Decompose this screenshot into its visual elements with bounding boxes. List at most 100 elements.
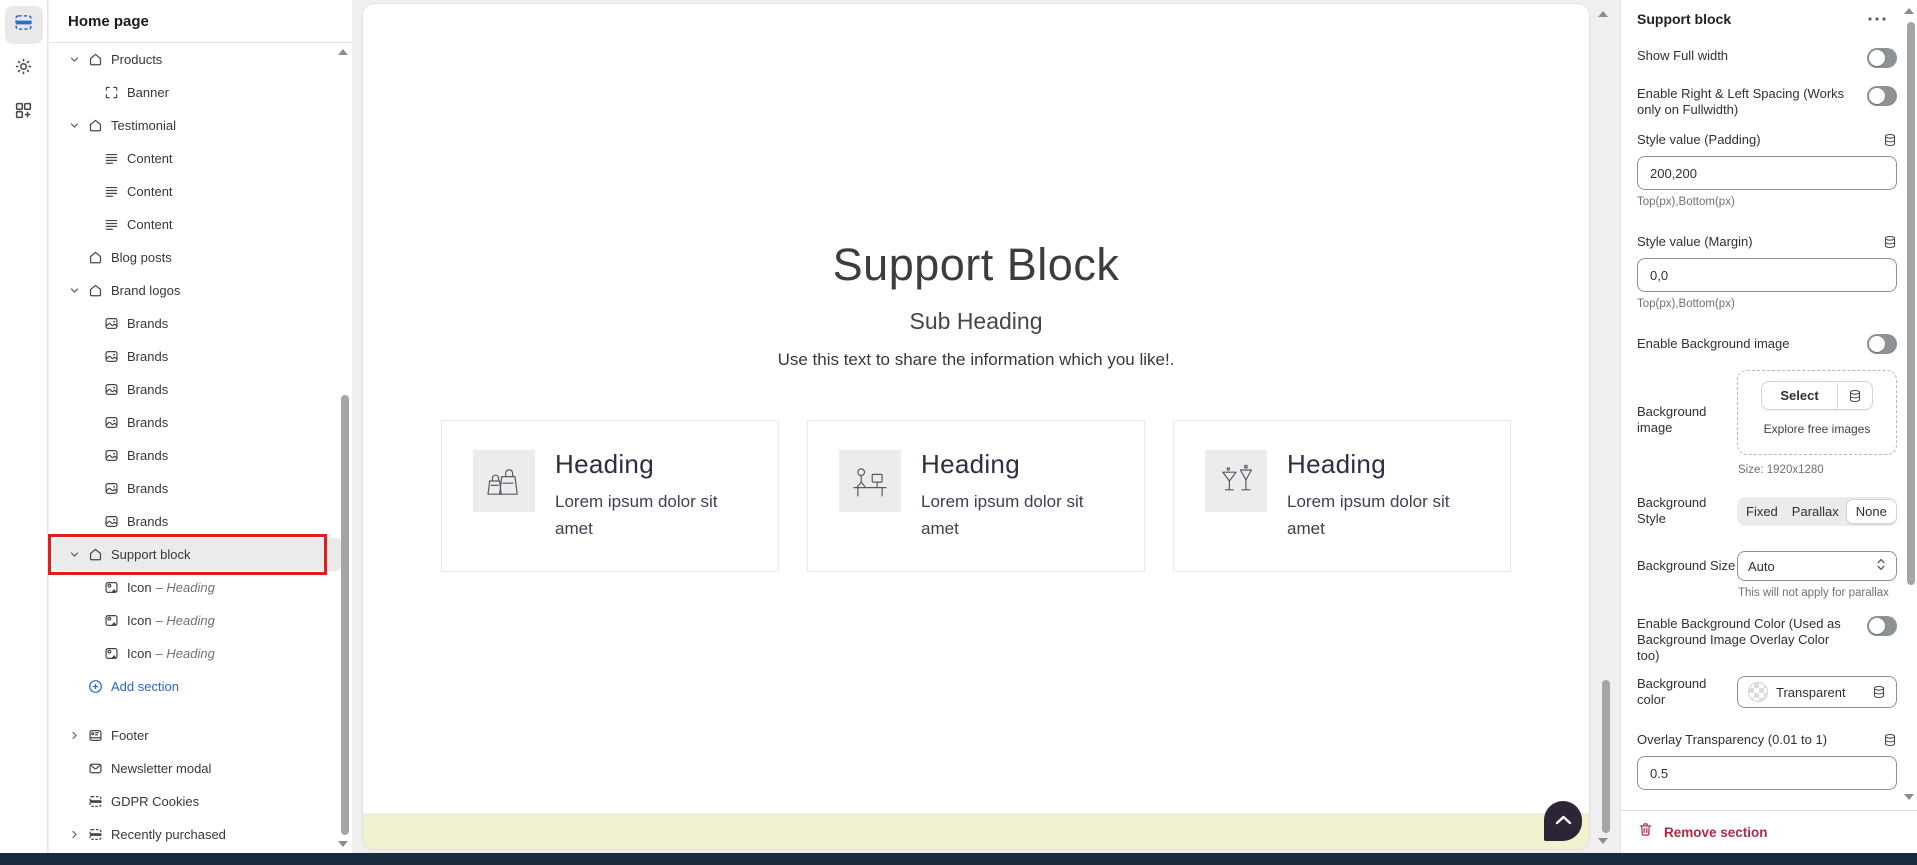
tree-item-label: Brands [127,382,168,397]
bg-style-segmented-control: Fixed Parallax None [1737,497,1897,526]
chevron-down-icon[interactable] [68,283,84,299]
database-icon[interactable] [1883,235,1897,249]
tree-item-brands[interactable]: Brands [53,406,342,439]
database-icon[interactable] [1837,383,1872,409]
explore-free-images-link[interactable]: Explore free images [1738,422,1896,436]
tree-item-banner[interactable]: Banner [53,76,342,109]
tree-item-content[interactable]: Content [53,142,342,175]
database-icon[interactable] [1872,685,1886,699]
home-icon [86,117,104,135]
card-body: Lorem ipsum dolor sit amet [921,488,1117,542]
side-spacing-toggle[interactable] [1867,86,1897,106]
card-text: Heading Lorem ipsum dolor sit amet [921,450,1117,571]
settings-scroll-up-arrow[interactable] [1904,8,1914,14]
chevron-up-icon [1555,812,1572,830]
bg-image-select-button[interactable]: Select [1761,381,1872,410]
tree-item-brands[interactable]: Brands [53,505,342,538]
rail-sections-button[interactable] [5,6,43,44]
home-icon [86,249,104,267]
tree-item-content[interactable]: Content [53,208,342,241]
preview-scroll-down-arrow[interactable] [1598,838,1608,844]
rail-apps-button[interactable] [5,94,43,132]
remove-section-button[interactable]: Remove section [1621,810,1917,853]
chevron-down-icon[interactable] [68,547,84,563]
bg-color-toggle-label: Enable Background Color (Used as Backgro… [1637,616,1849,664]
text-icon [102,150,120,168]
settings-scroll-down-arrow[interactable] [1904,794,1914,800]
tree-item-brands[interactable]: Brands [53,472,342,505]
bg-image-toggle[interactable] [1867,334,1897,354]
rail-theme-settings-button[interactable] [5,50,43,88]
chevron-spacer [68,613,100,629]
bg-size-help: This will not apply for parallax [1738,587,1897,599]
tree-item-newsletter-modal[interactable]: Newsletter modal [53,752,342,785]
tree-item-testimonial[interactable]: Testimonial [53,109,342,142]
bg-size-dropdown[interactable]: Auto [1737,551,1897,581]
tree-item-brands[interactable]: Brands [53,373,342,406]
image-icon [102,480,120,498]
home-icon [86,546,104,564]
bg-style-option-fixed[interactable]: Fixed [1739,499,1785,524]
settings-scrollbar-thumb[interactable] [1907,22,1915,585]
chevron-spacer [68,580,100,596]
tree-item-gdpr-cookies[interactable]: GDPR Cookies [53,785,342,818]
bg-color-field[interactable]: Transparent [1737,676,1897,708]
ellipsis-menu-icon[interactable] [1865,14,1889,24]
side-spacing-label: Enable Right & Left Spacing (Works only … [1637,86,1847,118]
database-icon[interactable] [1883,733,1897,747]
chevron-right-icon[interactable] [68,827,84,843]
tree-item-brand-logos[interactable]: Brand logos [53,274,342,307]
bg-image-dropzone[interactable]: Select Explore free images [1737,370,1897,455]
tree-scroll-down-arrow[interactable] [338,841,348,847]
footer-icon [86,727,104,745]
tree-item-icon[interactable]: Icon– Heading [53,571,342,604]
chevron-spacer [68,415,100,431]
chevron-spacer [68,217,100,233]
bg-style-option-none[interactable]: None [1846,499,1897,524]
add-section-button[interactable]: Add section [53,670,342,703]
tree-item-brands[interactable]: Brands [53,340,342,373]
database-icon[interactable] [1883,133,1897,147]
padding-input[interactable] [1637,156,1897,190]
tree-item-icon[interactable]: Icon– Heading [53,604,342,637]
support-card[interactable]: Heading Lorem ipsum dolor sit amet [441,420,779,572]
bg-color-toggle[interactable] [1867,616,1897,636]
tree-item-brands[interactable]: Brands [53,307,342,340]
tree-item-support-block[interactable]: Support block [53,538,342,571]
text-icon [102,216,120,234]
chevron-right-icon[interactable] [68,728,84,744]
tree-scrollbar-thumb[interactable] [341,395,349,835]
tree-item-label-suffix: – Heading [156,580,215,595]
tree-item-blog-posts[interactable]: Blog posts [53,241,342,274]
support-card[interactable]: Heading Lorem ipsum dolor sit amet [807,420,1145,572]
chevron-spacer [68,514,100,530]
bg-style-option-parallax[interactable]: Parallax [1785,499,1846,524]
card-heading: Heading [555,450,751,479]
tree-item-icon[interactable]: Icon– Heading [53,637,342,670]
full-width-toggle[interactable] [1867,48,1897,68]
tree-item-products[interactable]: Products [53,43,342,76]
tree-item-label: Brands [127,349,168,364]
bottom-taskbar-edge [0,853,1917,865]
envelope-icon [86,760,104,778]
home-icon [86,282,104,300]
overlay-transparency-label: Overlay Transparency (0.01 to 1) [1637,732,1827,748]
support-card[interactable]: Heading Lorem ipsum dolor sit amet [1173,420,1511,572]
tree-scroll-up-arrow[interactable] [338,49,348,55]
tree-item-brands[interactable]: Brands [53,439,342,472]
tree-item-label: Icon [127,613,152,628]
scroll-to-top-button[interactable] [1544,801,1582,841]
tree-item-footer[interactable]: Footer [53,719,342,752]
tree-item-content[interactable]: Content [53,175,342,208]
preview-scrollbar-thumb[interactable] [1602,680,1610,833]
tree-item-label: Blog posts [111,250,172,265]
chevron-spacer [68,349,100,365]
section-settings-panel: Support block Show Full width Enable Rig… [1620,0,1917,853]
preview-scroll-up-arrow[interactable] [1598,11,1608,17]
chevron-down-icon[interactable] [68,52,84,68]
chevron-down-icon[interactable] [68,118,84,134]
margin-input[interactable] [1637,258,1897,292]
tree-item-recently-purchased[interactable]: Recently purchased [53,818,342,851]
tree-item-label: Content [127,217,173,232]
overlay-transparency-input[interactable] [1637,756,1897,790]
